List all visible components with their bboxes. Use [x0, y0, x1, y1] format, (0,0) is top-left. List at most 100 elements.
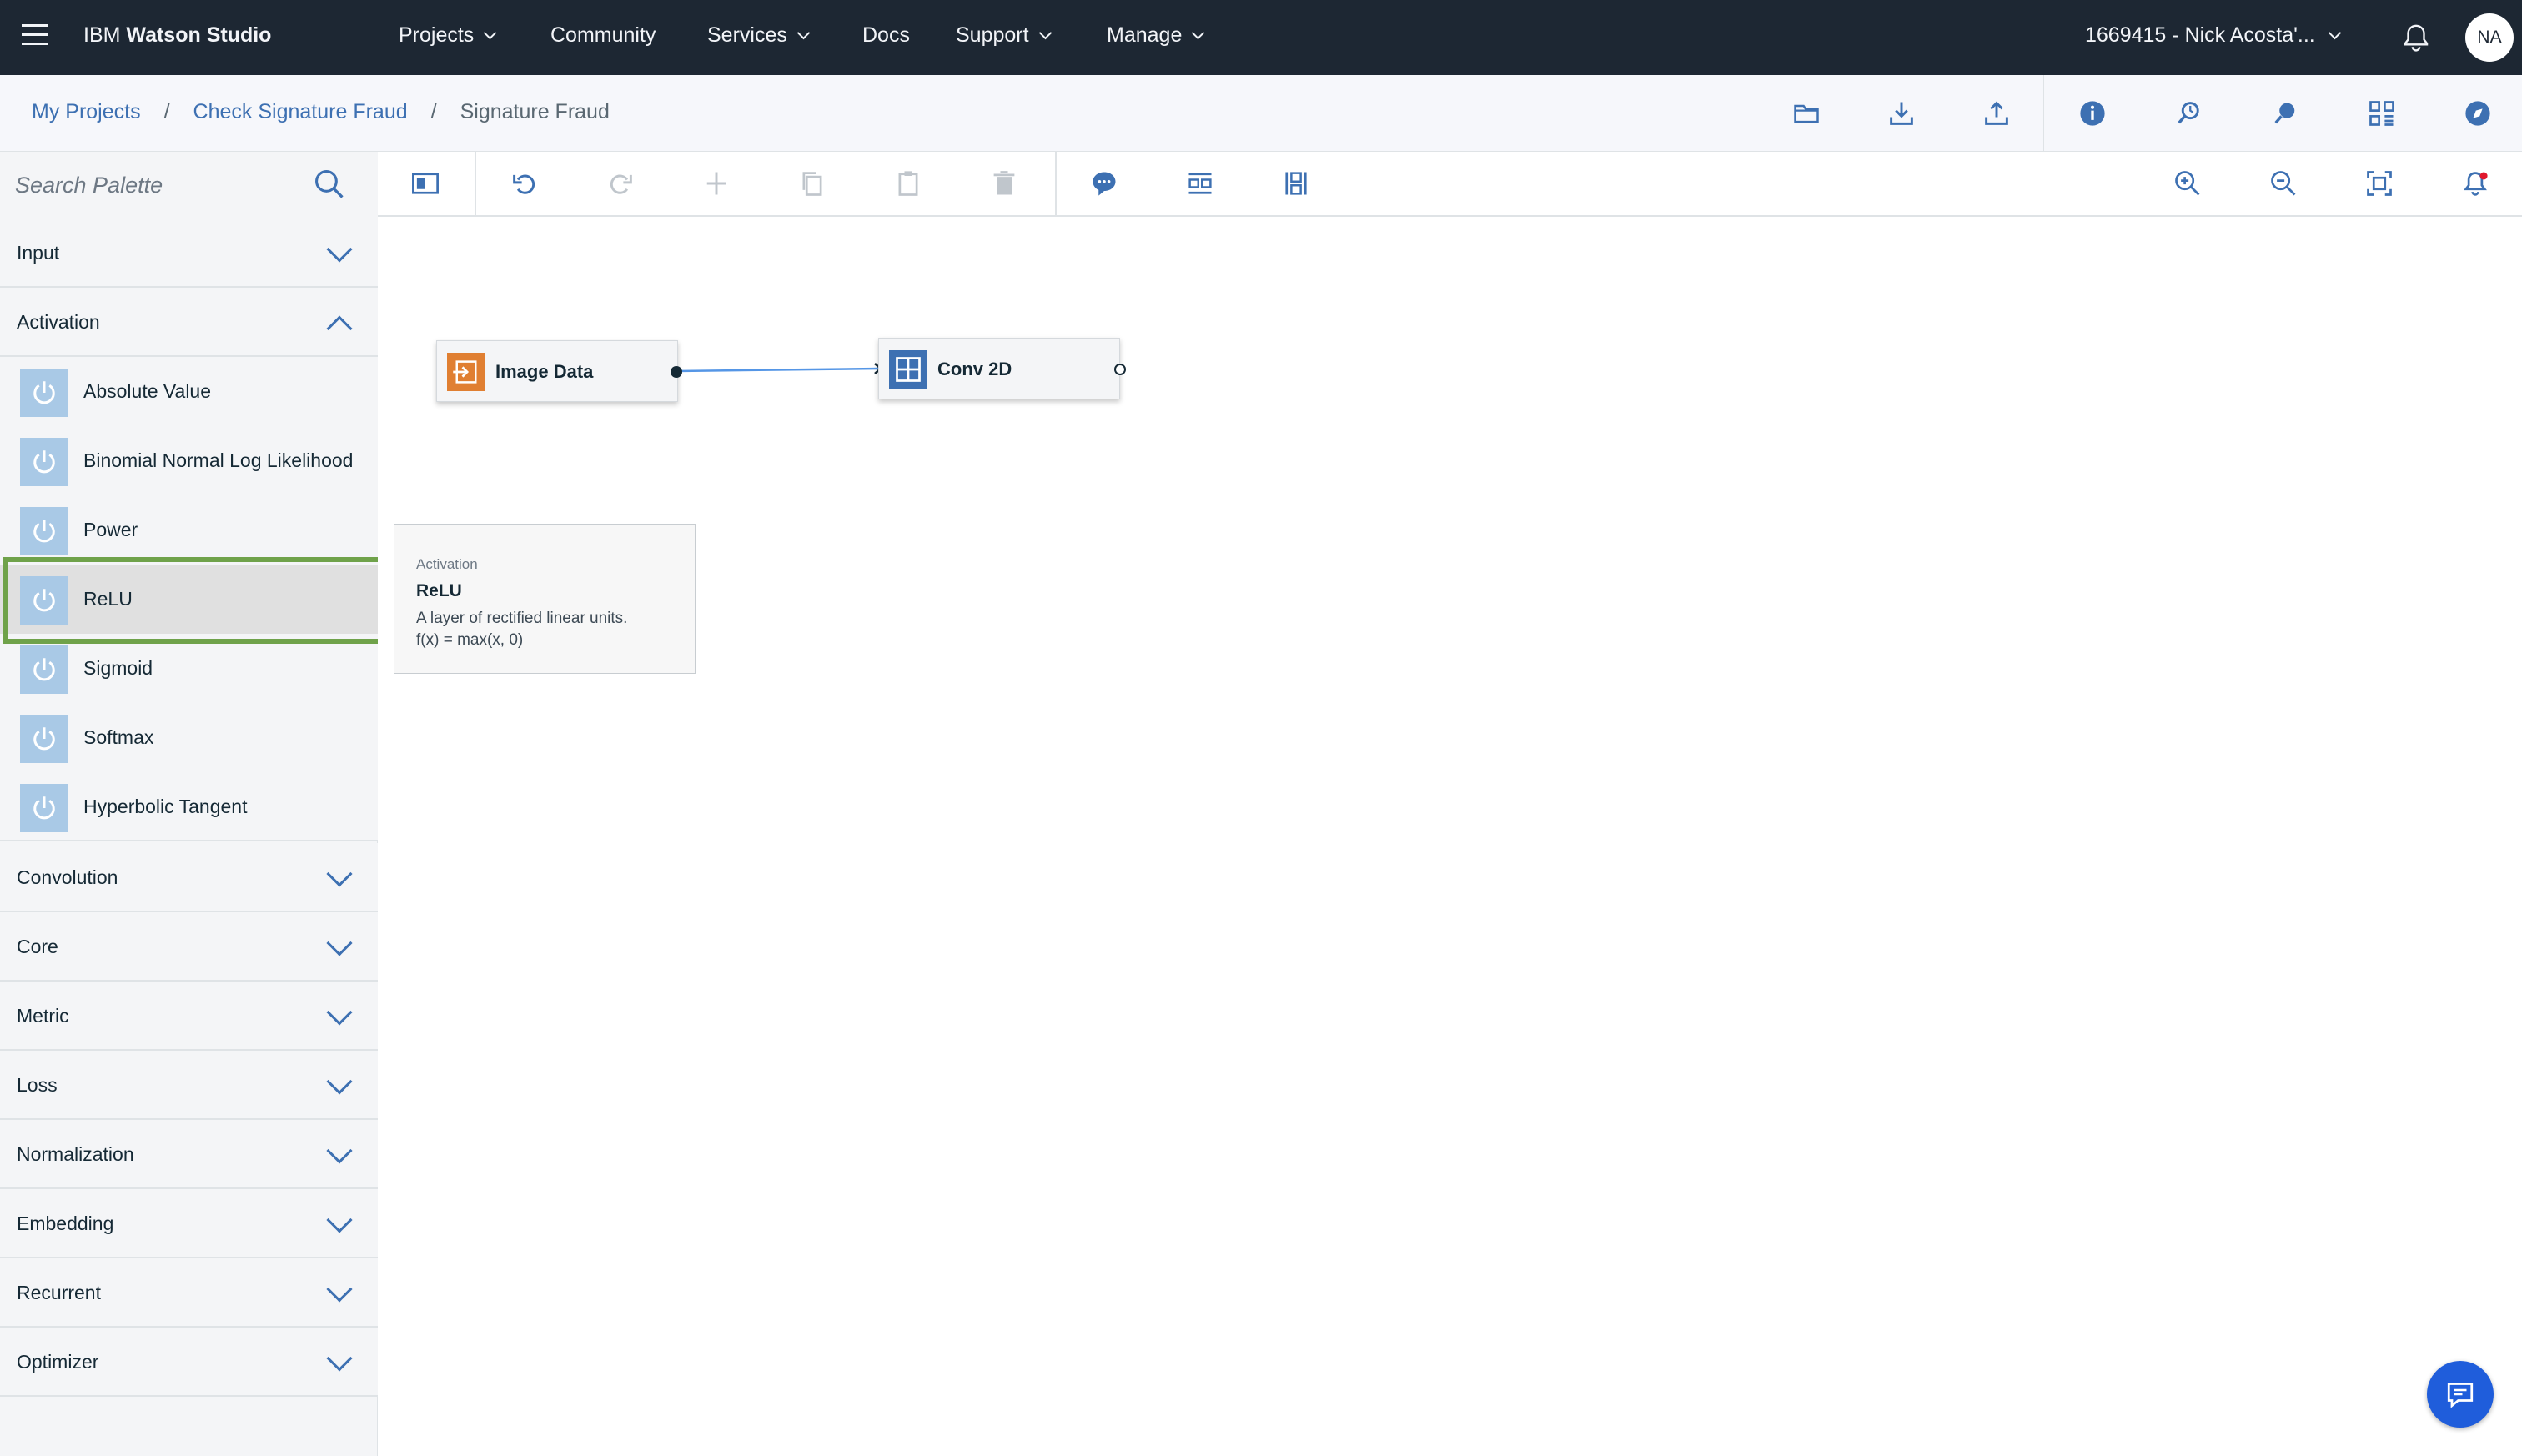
brand-name: Watson Studio — [126, 23, 272, 47]
chevron-down-icon — [326, 1207, 353, 1233]
category-activation[interactable]: Activation — [0, 288, 378, 357]
nav-projects-label: Projects — [399, 23, 475, 47]
output-port[interactable] — [671, 366, 682, 378]
chat-button[interactable] — [2427, 1361, 2494, 1428]
breadcrumb-bar: My Projects / Check Signature Fraud / Si… — [0, 75, 2522, 152]
node-image-data[interactable]: Image Data — [436, 340, 682, 402]
palette-search — [0, 152, 378, 218]
grid-icon — [889, 350, 927, 389]
tooltip-description-line: f(x) = max(x, 0) — [416, 631, 524, 649]
publish-icon[interactable] — [2270, 98, 2300, 128]
redo-icon[interactable] — [605, 168, 636, 198]
notification-bell-icon[interactable] — [2400, 22, 2432, 53]
chevron-down-icon — [326, 236, 353, 263]
category-convolution[interactable]: Convolution — [0, 843, 378, 912]
category-optimizer[interactable]: Optimizer — [0, 1328, 378, 1397]
input-icon — [447, 353, 485, 391]
breadcrumb-separator: / — [430, 100, 437, 123]
category-label: Recurrent — [17, 1282, 101, 1303]
grid-layout-icon[interactable] — [2367, 98, 2397, 128]
info-icon[interactable] — [2077, 98, 2108, 128]
account-switcher[interactable]: 1669415 - Nick Acosta'... — [2085, 23, 2342, 48]
folder-icon[interactable] — [1791, 98, 1821, 128]
upload-icon[interactable] — [1982, 98, 2012, 128]
toolbar-divider — [2043, 75, 2044, 152]
nav-support[interactable]: Support — [956, 23, 1052, 48]
category-loss[interactable]: Loss — [0, 1051, 378, 1120]
nav-manage[interactable]: Manage — [1107, 23, 1205, 48]
train-icon[interactable] — [2173, 98, 2203, 128]
tooltip-description-line: A layer of rectified linear units. — [416, 610, 628, 627]
nav-docs[interactable]: Docs — [862, 23, 910, 48]
category-label: Normalization — [17, 1143, 134, 1165]
nav-community-label: Community — [550, 23, 656, 47]
palette-item-hyperbolic-tangent[interactable]: Hyperbolic Tangent — [0, 772, 378, 841]
chevron-down-icon — [326, 1068, 353, 1095]
node-conv-2d[interactable]: Conv 2D — [878, 338, 1126, 399]
power-icon — [20, 369, 68, 417]
delete-icon[interactable] — [989, 168, 1019, 198]
output-port[interactable] — [1114, 364, 1126, 375]
chat-icon — [2447, 1383, 2474, 1408]
copy-icon[interactable] — [797, 168, 827, 198]
power-icon — [20, 715, 68, 763]
category-embedding[interactable]: Embedding — [0, 1189, 378, 1258]
chevron-down-icon — [326, 1345, 353, 1372]
category-input[interactable]: Input — [0, 218, 378, 288]
cut-icon[interactable] — [701, 168, 731, 198]
palette-item-power[interactable]: Power — [0, 495, 378, 565]
category-label: Core — [17, 936, 58, 957]
node-label: Conv 2D — [937, 359, 1012, 379]
fit-to-screen-icon[interactable] — [2364, 168, 2394, 198]
category-normalization[interactable]: Normalization — [0, 1120, 378, 1189]
zoom-in-icon[interactable] — [2173, 168, 2203, 198]
flow-canvas[interactable]: Image Data Conv 2D Activation ReLU A lay… — [378, 217, 2522, 1456]
toggle-palette-icon[interactable] — [410, 168, 440, 198]
compass-icon[interactable] — [2463, 98, 2493, 128]
nav-projects[interactable]: Projects — [399, 23, 497, 48]
breadcrumb-separator: / — [163, 100, 170, 123]
nav-community[interactable]: Community — [550, 23, 656, 48]
palette-item-sigmoid[interactable]: Sigmoid — [0, 634, 378, 703]
category-recurrent[interactable]: Recurrent — [0, 1258, 378, 1328]
comment-icon[interactable] — [1089, 168, 1119, 198]
notification-icon[interactable] — [2460, 168, 2490, 198]
category-core[interactable]: Core — [0, 912, 378, 982]
avatar[interactable]: NA — [2465, 13, 2514, 62]
category-label: Activation — [17, 311, 100, 333]
canvas-toolbar — [378, 152, 2522, 217]
arrange-vertical-icon[interactable] — [1281, 168, 1311, 198]
breadcrumb-my-projects[interactable]: My Projects — [32, 100, 141, 124]
chevron-down-icon — [326, 1276, 353, 1303]
nav-support-label: Support — [956, 23, 1029, 47]
brand-logo[interactable]: IBM Watson Studio — [83, 23, 271, 48]
category-label: Input — [17, 242, 60, 264]
chevron-down-icon — [1192, 26, 1205, 40]
palette-item-label: Hyperbolic Tangent — [83, 796, 248, 817]
palette-item-label: Sigmoid — [83, 657, 153, 679]
palette-item-absolute-value[interactable]: Absolute Value — [0, 357, 378, 426]
paste-icon[interactable] — [893, 168, 923, 198]
nav-services[interactable]: Services — [707, 23, 811, 48]
zoom-out-icon[interactable] — [2268, 168, 2298, 198]
arrange-horizontal-icon[interactable] — [1185, 168, 1215, 198]
download-icon[interactable] — [1886, 98, 1917, 128]
chevron-down-icon — [796, 26, 811, 40]
hamburger-menu-icon[interactable] — [22, 24, 48, 51]
nav-services-label: Services — [707, 23, 787, 47]
top-navigation: IBM Watson Studio Projects Community Ser… — [0, 0, 2522, 75]
tooltip-description: A layer of rectified linear units. f(x) … — [416, 608, 683, 651]
undo-icon[interactable] — [510, 168, 540, 198]
nav-docs-label: Docs — [862, 23, 910, 47]
power-icon — [20, 507, 68, 555]
category-metric[interactable]: Metric — [0, 982, 378, 1051]
breadcrumb-check-signature-fraud[interactable]: Check Signature Fraud — [193, 100, 408, 124]
category-label: Optimizer — [17, 1351, 99, 1373]
palette-item-softmax[interactable]: Softmax — [0, 703, 378, 772]
tooltip-title: ReLU — [416, 581, 462, 600]
chevron-down-icon — [1038, 26, 1052, 40]
watson-studio-app: IBM Watson Studio Projects Community Ser… — [0, 0, 2522, 1456]
search-palette-input[interactable] — [15, 168, 299, 202]
search-icon[interactable] — [314, 168, 345, 200]
palette-item-binomial-normal-log-likelihood[interactable]: Binomial Normal Log Likelihood — [0, 426, 378, 495]
